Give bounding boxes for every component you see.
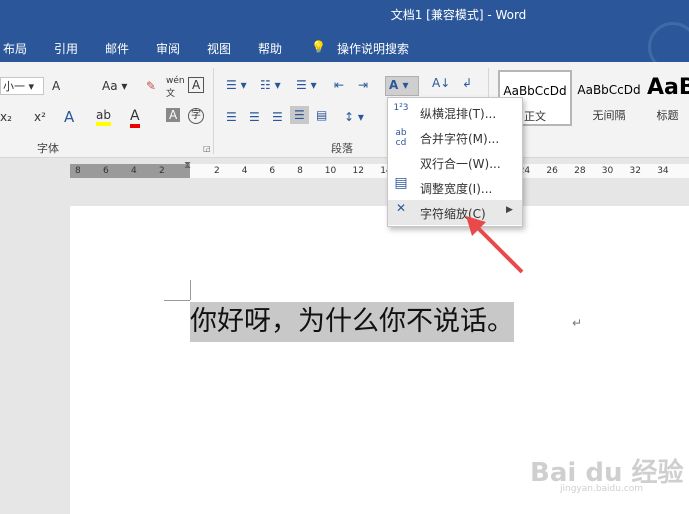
phonetic-guide-icon[interactable]: wén 文	[166, 76, 185, 99]
justify-icon[interactable]: ☰	[290, 106, 309, 124]
combine-chars-icon: ab cd	[395, 128, 407, 148]
menu-item-vertical-text[interactable]: 1²3 纵横混排(T)...	[388, 100, 522, 125]
tab-references[interactable]: 引用	[54, 40, 78, 57]
align-right-icon[interactable]: ☰	[272, 110, 283, 124]
tab-view[interactable]: 视图	[207, 40, 231, 57]
divider	[213, 68, 214, 154]
font-dialog-launcher-icon[interactable]: ◲	[203, 144, 211, 153]
style-name: 无间隔	[592, 109, 626, 122]
menu-item-label: 双行合一(W)...	[420, 157, 501, 171]
ruler-tick: 2	[214, 166, 220, 176]
annotation-arrow	[466, 216, 524, 274]
align-left-icon[interactable]: ☰	[226, 110, 237, 124]
crop-mark	[190, 280, 191, 300]
tab-help[interactable]: 帮助	[258, 40, 282, 57]
document-text[interactable]: 你好呀，为什么你不说话。	[190, 302, 514, 342]
change-case-button[interactable]: Aa ▾	[102, 79, 127, 93]
fit-width-icon: ▤	[394, 175, 408, 191]
menu-item-combine-chars[interactable]: ab cd 合并字符(M)...	[388, 125, 522, 150]
subscript-button[interactable]: x₂	[0, 110, 12, 124]
font-group-label: 字体	[37, 142, 59, 155]
ruler-tick: 32	[629, 166, 641, 176]
superscript-button[interactable]: x²	[34, 110, 46, 124]
style-heading[interactable]: AaB 标题	[646, 70, 689, 126]
ruler-tick: 4	[131, 166, 137, 176]
crop-mark	[164, 300, 190, 301]
line-spacing-icon[interactable]: ↕ ▾	[344, 110, 364, 124]
asian-layout-icon: A ▾	[389, 78, 409, 92]
ruler-tick: 6	[269, 166, 276, 176]
menu-item-fit-width[interactable]: ▤ 调整宽度(I)...	[388, 175, 522, 200]
style-no-spacing[interactable]: AaBbCcDd 无间隔	[572, 70, 646, 126]
asian-layout-menu: 1²3 纵横混排(T)... ab cd 合并字符(M)... 双行合一(W).…	[387, 97, 523, 227]
ruler-tick: 12	[352, 166, 364, 176]
window-title: 文档1 [兼容模式] - Word	[390, 8, 527, 22]
multilevel-list-icon[interactable]: ☰ ▾	[296, 78, 317, 92]
tab-layout[interactable]: 布局	[3, 40, 27, 57]
tab-review[interactable]: 审阅	[156, 40, 180, 57]
paragraph-mark-icon: ↵	[572, 316, 583, 330]
ruler-tick: 30	[601, 166, 614, 176]
font-color-icon[interactable]: A	[130, 108, 140, 128]
ruler-tick: 4	[241, 166, 248, 176]
style-name: 标题	[656, 109, 679, 122]
lightbulb-icon: 💡	[311, 40, 326, 54]
tab-mailings[interactable]: 邮件	[105, 40, 129, 57]
enclose-char-icon[interactable]: 字	[188, 108, 204, 124]
menu-item-label: 调整宽度(I)...	[420, 182, 493, 196]
clear-format-icon[interactable]: ✎	[146, 79, 156, 93]
ruler-tick: 2	[159, 166, 165, 176]
watermark-url: jingyan.baidu.com	[560, 484, 644, 494]
font-size-select[interactable]: 小一 ▾	[0, 77, 44, 95]
char-border-icon[interactable]: A	[188, 77, 205, 93]
ruler-tick: 28	[574, 166, 586, 176]
arrow-shaft	[472, 222, 524, 274]
show-marks-icon[interactable]: ↲	[462, 76, 472, 90]
align-center-icon[interactable]: ☰	[249, 110, 260, 124]
menu-item-label: 合并字符(M)...	[420, 132, 500, 146]
tell-me-search[interactable]: 操作说明搜索	[337, 40, 409, 57]
paragraph-group-label: 段落	[331, 142, 353, 155]
ruler-tick: 10	[324, 166, 337, 176]
char-shading-icon[interactable]: A	[166, 108, 181, 122]
indent-marker-icon[interactable]: ⧗	[184, 160, 191, 171]
ruler-margin	[70, 164, 190, 178]
menu-item-label: 纵横混排(T)...	[420, 107, 497, 121]
bullets-icon[interactable]: ☰ ▾	[226, 78, 247, 92]
grow-font-icon[interactable]: A	[52, 79, 60, 93]
style-sample: AaBbCcDd	[577, 83, 641, 97]
increase-indent-icon[interactable]: ⇥	[358, 78, 368, 92]
distribute-icon[interactable]: ▤	[316, 108, 327, 122]
text-effects-icon[interactable]: A	[64, 108, 74, 126]
style-sample: AaBbCcDd	[503, 84, 567, 98]
style-sample: AaB	[647, 75, 689, 100]
decrease-indent-icon[interactable]: ⇤	[334, 78, 344, 92]
ruler-tick: 8	[75, 166, 81, 176]
numbering-icon[interactable]: ☷ ▾	[260, 78, 281, 92]
ruler-tick: 34	[657, 166, 669, 176]
highlight-color-icon[interactable]: ab	[96, 108, 111, 126]
ruler-tick: 26	[546, 166, 558, 176]
sort-icon[interactable]: A↓	[432, 76, 450, 90]
menu-item-two-lines-in-one[interactable]: 双行合一(W)...	[388, 150, 522, 175]
vertical-text-icon: 1²3	[393, 103, 409, 113]
ruler-tick: 6	[103, 166, 109, 176]
ruler-tick: 8	[297, 166, 303, 176]
char-scale-icon: ✕	[395, 201, 407, 215]
